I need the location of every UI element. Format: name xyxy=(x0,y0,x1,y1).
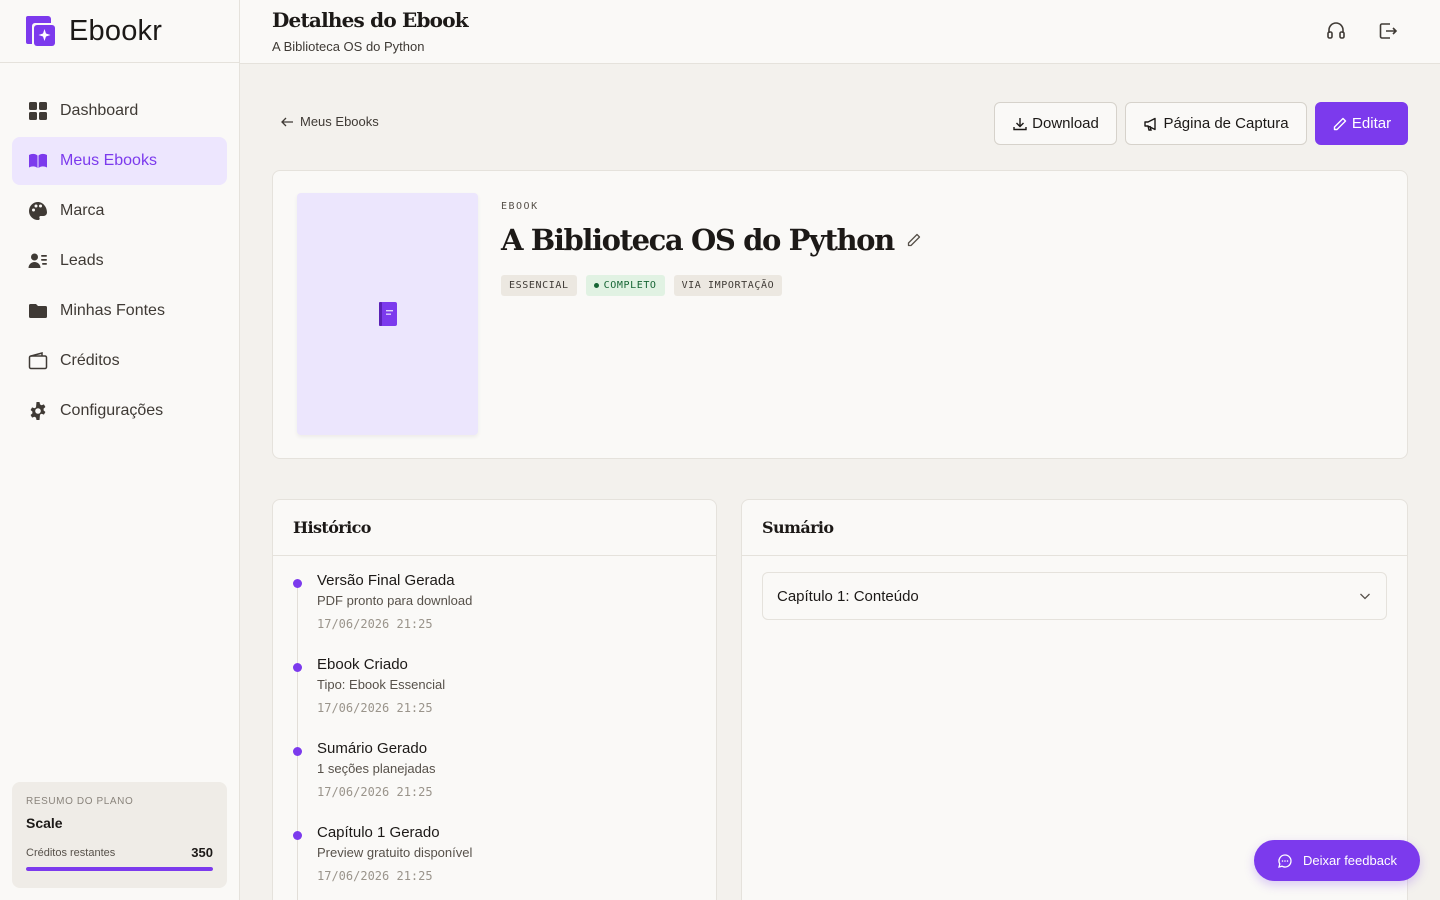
credits-label: Créditos restantes xyxy=(26,846,116,859)
plan-summary: RESUMO DO PLANO Scale Créditos restantes… xyxy=(12,782,227,888)
logout-icon[interactable] xyxy=(1377,20,1399,42)
ebook-title-text: A Biblioteca OS do Python xyxy=(501,223,895,257)
timeline-item-desc: PDF pronto para download xyxy=(317,593,473,608)
back-link[interactable]: Meus Ebooks xyxy=(280,114,379,129)
timeline-item-title: Ebook Criado xyxy=(317,656,408,673)
sidebar-item-label: Marca xyxy=(60,202,105,219)
badge-import: VIA IMPORTAÇÃO xyxy=(673,275,783,296)
badge-essential: ESSENCIAL xyxy=(501,275,577,296)
credits-progress-fill xyxy=(26,867,213,871)
timeline-line xyxy=(297,583,298,900)
edit-label: Editar xyxy=(1351,115,1392,132)
credits-progress-bar xyxy=(26,867,213,871)
ebookr-logo-icon xyxy=(26,16,55,46)
timeline-item-desc: 1 seções planejadas xyxy=(317,761,436,776)
history-timeline: Versão Final Gerada PDF pronto para down… xyxy=(273,556,716,900)
timeline-item-time: 17/06/2026 21:25 xyxy=(317,785,433,799)
ebook-title: A Biblioteca OS do Python xyxy=(501,223,922,257)
wallet-icon xyxy=(28,352,48,370)
timeline-item-title: Sumário Gerado xyxy=(317,740,428,757)
timeline-dot xyxy=(293,663,302,672)
sidebar-item-dashboard[interactable]: Dashboard xyxy=(12,87,227,135)
plan-label: RESUMO DO PLANO xyxy=(26,796,134,807)
capture-page-button[interactable]: Página de Captura xyxy=(1125,102,1307,145)
users-icon xyxy=(28,253,47,268)
timeline-item: Ebook Criado Tipo: Ebook Essencial 17/06… xyxy=(293,656,696,740)
brand-name: Ebookr xyxy=(69,14,163,47)
plan-name: Scale xyxy=(26,815,63,831)
megaphone-icon xyxy=(1144,117,1157,131)
summary-title: Sumário xyxy=(742,500,1407,556)
timeline-item: Versão Final Gerada PDF pronto para down… xyxy=(293,572,696,656)
palette-icon xyxy=(29,202,47,220)
timeline-item-title: Versão Final Gerada xyxy=(317,572,455,589)
ebook-card: EBOOK A Biblioteca OS do Python ESSENCIA… xyxy=(272,170,1408,459)
page-subtitle: A Biblioteca OS do Python xyxy=(272,39,425,54)
credits-value: 350 xyxy=(191,845,213,860)
history-panel: Histórico Versão Final Gerada PDF pronto… xyxy=(272,499,717,900)
download-icon xyxy=(1013,117,1027,130)
ebook-badges: ESSENCIAL COMPLETO VIA IMPORTAÇÃO xyxy=(501,275,783,296)
timeline-item-time: 17/06/2026 21:25 xyxy=(317,869,433,883)
timeline-item-time: 17/06/2026 21:25 xyxy=(317,617,433,631)
credits-row: Créditos restantes 350 xyxy=(26,845,213,860)
timeline-dot xyxy=(293,579,302,588)
sidebar: Ebookr Dashboard Meus Ebooks Marca Leads… xyxy=(0,0,240,900)
sidebar-item-label: Minhas Fontes xyxy=(60,302,165,319)
sidebar-nav: Dashboard Meus Ebooks Marca Leads Minhas… xyxy=(0,63,239,435)
sidebar-item-meus-ebooks[interactable]: Meus Ebooks xyxy=(12,137,227,185)
headset-icon[interactable] xyxy=(1325,20,1347,42)
sidebar-item-label: Dashboard xyxy=(60,102,139,119)
book-icon xyxy=(29,153,47,168)
page-title: Detalhes do Ebook xyxy=(272,8,469,32)
top-header: Detalhes do Ebook A Biblioteca OS do Pyt… xyxy=(240,0,1440,64)
sidebar-item-label: Meus Ebooks xyxy=(60,152,157,169)
sidebar-item-marca[interactable]: Marca xyxy=(12,187,227,235)
timeline-dot xyxy=(293,747,302,756)
feedback-button[interactable]: Deixar feedback xyxy=(1254,840,1420,881)
sidebar-item-configuracoes[interactable]: Configurações xyxy=(12,387,227,435)
folder-icon xyxy=(29,304,47,318)
edit-title-icon[interactable] xyxy=(906,232,922,248)
feedback-label: Deixar feedback xyxy=(1303,853,1397,868)
download-button[interactable]: Download xyxy=(994,102,1117,145)
edit-button[interactable]: Editar xyxy=(1315,102,1408,145)
sidebar-item-label: Créditos xyxy=(60,352,120,369)
chat-bubble-icon xyxy=(1278,853,1292,868)
sidebar-item-creditos[interactable]: Créditos xyxy=(12,337,227,385)
timeline-item-time: 17/06/2026 21:25 xyxy=(317,701,433,715)
brand[interactable]: Ebookr xyxy=(0,0,239,63)
timeline-dot xyxy=(293,831,302,840)
chapter-accordion[interactable]: Capítulo 1: Conteúdo xyxy=(762,572,1387,620)
ebook-cover[interactable] xyxy=(297,193,478,435)
badge-complete-label: COMPLETO xyxy=(603,280,657,291)
sidebar-item-label: Configurações xyxy=(60,402,164,419)
timeline-item: Capítulo 1 Gerado Preview gratuito dispo… xyxy=(293,824,696,900)
arrow-left-icon xyxy=(281,117,293,126)
timeline-item-title: Capítulo 1 Gerado xyxy=(317,824,440,841)
status-dot xyxy=(593,283,599,288)
timeline-item-desc: Preview gratuito disponível xyxy=(317,845,473,860)
sidebar-item-label: Leads xyxy=(60,252,104,269)
capture-page-label: Página de Captura xyxy=(1163,115,1289,132)
gear-icon xyxy=(30,402,46,420)
chevron-down-icon xyxy=(1360,593,1370,600)
timeline-item: Sumário Gerado 1 seções planejadas 17/06… xyxy=(293,740,696,824)
ebook-type-label: EBOOK xyxy=(501,201,539,212)
timeline-item-desc: Tipo: Ebook Essencial xyxy=(317,677,446,692)
sidebar-item-minhas-fontes[interactable]: Minhas Fontes xyxy=(12,287,227,335)
notebook-icon xyxy=(378,302,397,326)
chapter-label: Capítulo 1: Conteúdo xyxy=(777,587,919,605)
download-label: Download xyxy=(1032,115,1099,132)
dashboard-icon xyxy=(29,102,47,120)
sidebar-item-leads[interactable]: Leads xyxy=(12,237,227,285)
pencil-icon xyxy=(1333,117,1347,130)
history-title: Histórico xyxy=(273,500,716,556)
badge-complete: COMPLETO xyxy=(585,275,665,296)
back-link-label: Meus Ebooks xyxy=(300,114,379,129)
